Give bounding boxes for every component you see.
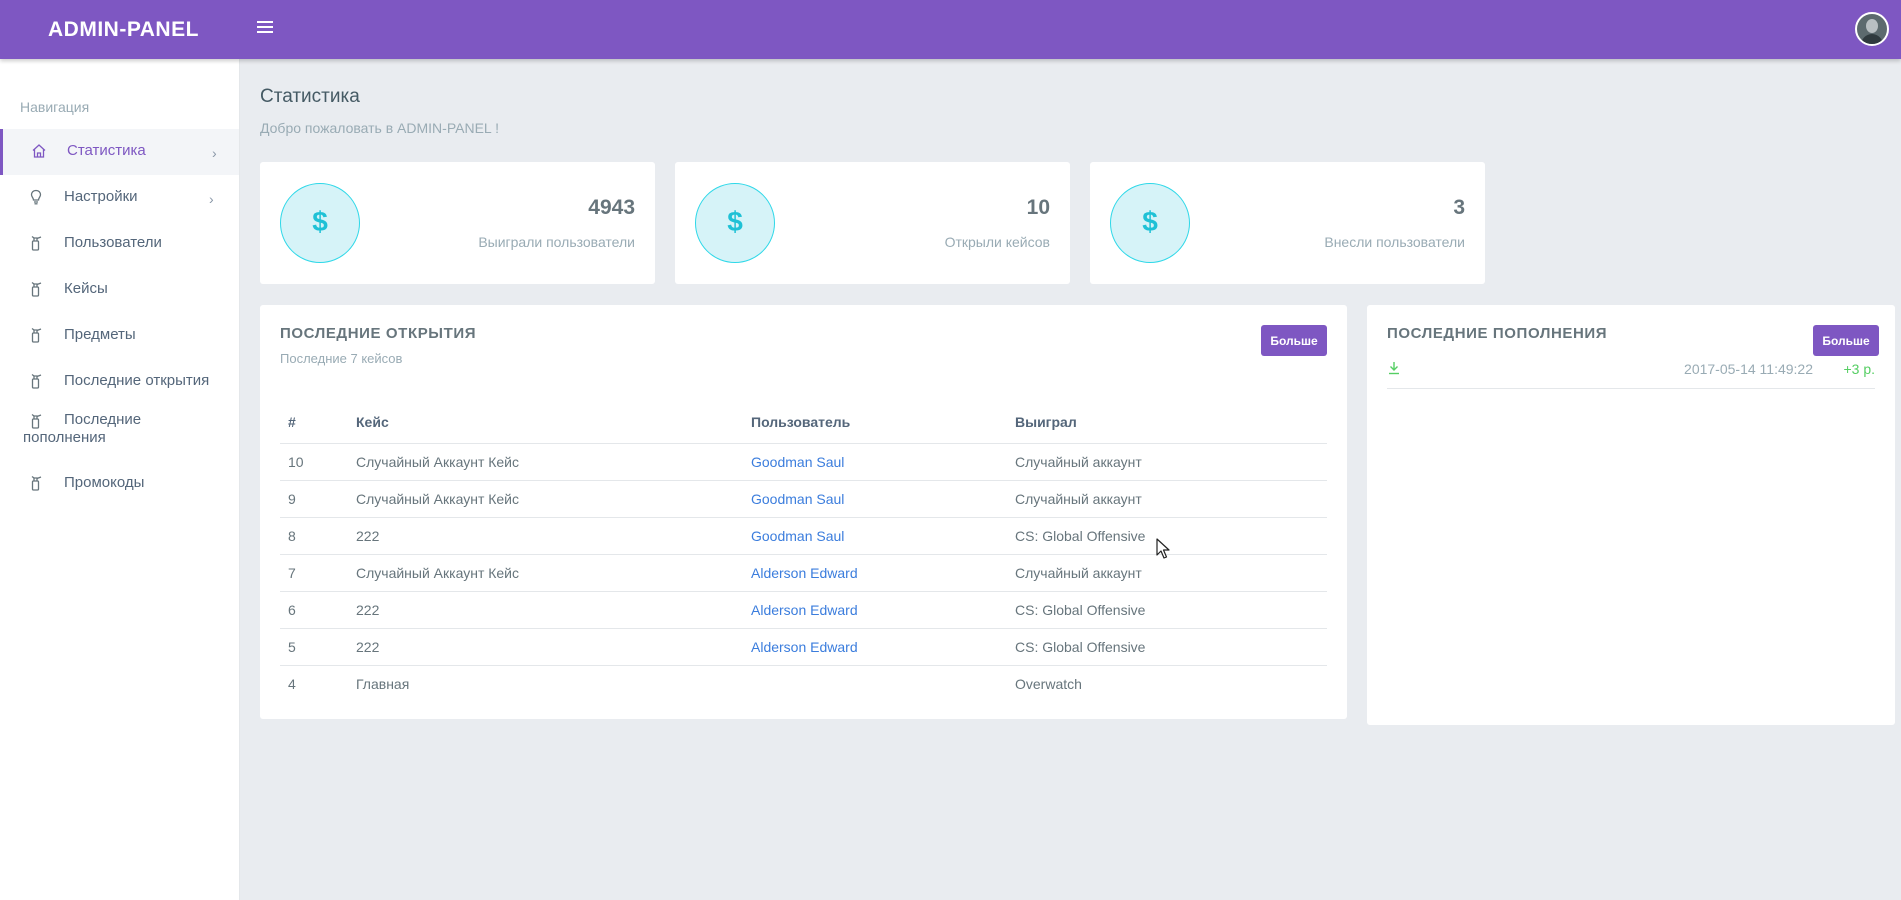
- case-name: Случайный Аккаунт Кейс: [348, 480, 743, 518]
- sidebar-item-latest-deposits[interactable]: Последние пополнения: [0, 405, 239, 459]
- case-name: 222: [348, 517, 743, 555]
- extinguisher-icon: [31, 475, 42, 491]
- user-link[interactable]: Goodman Saul: [743, 443, 1007, 481]
- table-row: 6 222 Alderson Edward CS: Global Offensi…: [280, 591, 1327, 629]
- chevron-right-icon: ›: [209, 191, 214, 207]
- sidebar-item-label: Кейсы: [64, 280, 108, 297]
- list-item: 2017-05-14 11:49:22 +3 р.: [1387, 359, 1875, 389]
- case-name: 222: [348, 591, 743, 629]
- latest-deposits-panel: ПОСЛЕДНИЕ ПОПОЛНЕНИЯ Больше 2017-05-14 1…: [1367, 305, 1895, 725]
- deposit-amount: +3 р.: [1843, 361, 1875, 377]
- row-id: 7: [280, 554, 348, 592]
- extinguisher-icon: [31, 327, 42, 343]
- user-link[interactable]: Alderson Edward: [743, 591, 1007, 629]
- won-item: CS: Global Offensive: [1007, 628, 1327, 666]
- stat-card-deposited: $ 3 Внесли пользователи: [1090, 162, 1485, 284]
- row-id: 10: [280, 443, 348, 481]
- column-header: Кейс: [348, 401, 743, 444]
- sidebar-item-label: Пользователи: [64, 234, 162, 251]
- user-link[interactable]: [743, 665, 1007, 702]
- row-id: 5: [280, 628, 348, 666]
- stat-value: 4943: [588, 196, 635, 219]
- stat-value: 10: [1026, 196, 1050, 219]
- stat-label: Открыли кейсов: [944, 234, 1050, 250]
- extinguisher-icon: [31, 413, 42, 429]
- dollar-icon: $: [1110, 183, 1190, 263]
- hamburger-icon[interactable]: [257, 21, 273, 37]
- won-item: Overwatch: [1015, 675, 1082, 692]
- table-header-row: # Кейс Пользователь Выиграл: [280, 401, 1327, 444]
- row-id: 4: [288, 675, 296, 692]
- sidebar-title: Навигация: [20, 99, 90, 115]
- case-name: Главная: [356, 675, 410, 692]
- chevron-right-icon: ›: [212, 145, 217, 161]
- won-item: Случайный аккаунт: [1007, 443, 1327, 481]
- sidebar-item-promocodes[interactable]: Промокоды: [0, 461, 239, 507]
- stat-label: Выиграли пользователи: [478, 234, 635, 250]
- table-row: 4 Главная Overwatch: [280, 665, 1327, 702]
- page-title: Статистика: [260, 86, 360, 107]
- stat-label: Внесли пользователи: [1324, 234, 1465, 250]
- stat-card-won: $ 4943 Выиграли пользователи: [260, 162, 655, 284]
- table-row: 9 Случайный Аккаунт Кейс Goodman Saul Сл…: [280, 480, 1327, 518]
- download-icon: [1389, 362, 1399, 375]
- sidebar-item-label: Последние открытия: [64, 372, 210, 389]
- extinguisher-icon: [31, 373, 42, 389]
- sidebar-item-settings[interactable]: Настройки ›: [0, 175, 239, 221]
- column-header: Пользователь: [743, 401, 1007, 444]
- home-icon: [32, 144, 46, 158]
- sidebar-item-label-line1: Последние: [64, 411, 142, 428]
- sidebar-item-users[interactable]: Пользователи: [0, 221, 239, 267]
- brand-logo[interactable]: ADMIN-PANEL: [48, 18, 199, 42]
- table-row: 5 222 Alderson Edward CS: Global Offensi…: [280, 628, 1327, 666]
- row-id: 6: [280, 591, 348, 629]
- panel-title: ПОСЛЕДНИЕ ОТКРЫТИЯ: [280, 325, 477, 342]
- top-navbar: ADMIN-PANEL: [0, 0, 1901, 59]
- sidebar-item-label-line2: пополнения: [23, 429, 106, 446]
- row-id: 9: [280, 480, 348, 518]
- user-link[interactable]: Goodman Saul: [743, 517, 1007, 555]
- sidebar-item-label: Предметы: [64, 326, 136, 343]
- sidebar-item-label: Промокоды: [64, 474, 145, 491]
- sidebar-item-cases[interactable]: Кейсы: [0, 267, 239, 313]
- user-link[interactable]: Alderson Edward: [743, 628, 1007, 666]
- case-name: 222: [348, 628, 743, 666]
- stat-card-opened: $ 10 Открыли кейсов: [675, 162, 1070, 284]
- column-header: #: [280, 401, 348, 444]
- panel-title: ПОСЛЕДНИЕ ПОПОЛНЕНИЯ: [1387, 325, 1608, 342]
- case-name: Случайный Аккаунт Кейс: [348, 443, 743, 481]
- column-header: Выиграл: [1007, 401, 1327, 444]
- mouse-cursor-icon: [1156, 538, 1170, 559]
- dollar-icon: $: [695, 183, 775, 263]
- sidebar-item-latest-opens[interactable]: Последние открытия: [0, 359, 239, 405]
- sidebar-item-label: Статистика: [67, 142, 146, 159]
- case-name: Случайный Аккаунт Кейс: [348, 554, 743, 592]
- panel-subtitle: Последние 7 кейсов: [280, 351, 403, 366]
- user-avatar[interactable]: [1855, 12, 1889, 46]
- dollar-icon: $: [280, 183, 360, 263]
- won-item: Случайный аккаунт: [1007, 480, 1327, 518]
- bulb-icon: [30, 189, 42, 205]
- sidebar-item-label: Последние пополнения: [23, 411, 234, 447]
- user-link[interactable]: Goodman Saul: [743, 480, 1007, 518]
- more-button[interactable]: Больше: [1261, 325, 1327, 356]
- won-item: CS: Global Offensive: [1007, 591, 1327, 629]
- row-id: 8: [280, 517, 348, 555]
- stat-value: 3: [1453, 196, 1465, 219]
- deposit-date: 2017-05-14 11:49:22: [1684, 361, 1813, 377]
- user-link[interactable]: Alderson Edward: [743, 554, 1007, 592]
- latest-opens-panel: ПОСЛЕДНИЕ ОТКРЫТИЯ Последние 7 кейсов Бо…: [260, 305, 1347, 719]
- sidebar-item-label: Настройки: [64, 188, 138, 205]
- sidebar-item-items[interactable]: Предметы: [0, 313, 239, 359]
- extinguisher-icon: [31, 235, 42, 251]
- sidebar-item-statistics[interactable]: Статистика ›: [0, 129, 239, 175]
- page-subtitle: Добро пожаловать в ADMIN-PANEL !: [260, 120, 499, 136]
- extinguisher-icon: [31, 281, 42, 297]
- more-button[interactable]: Больше: [1813, 325, 1879, 356]
- table-row: 10 Случайный Аккаунт Кейс Goodman Saul С…: [280, 443, 1327, 481]
- sidebar: Навигация Статистика › Настройки › Польз…: [0, 59, 240, 900]
